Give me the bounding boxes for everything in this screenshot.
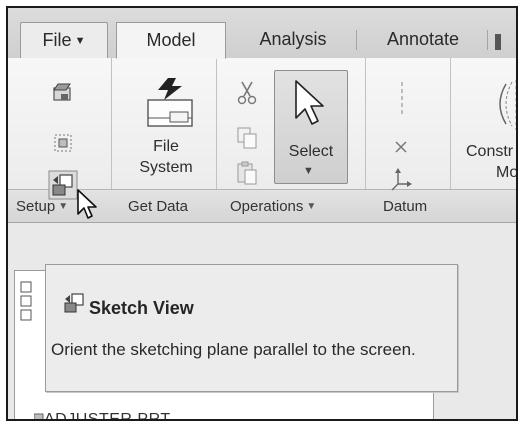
chevron-down-icon[interactable]: ▼ <box>303 165 314 177</box>
copy-icon[interactable] <box>236 126 258 150</box>
arrow-pointer-icon <box>295 80 324 125</box>
paste-icon[interactable] <box>236 160 258 186</box>
tab-separator <box>356 30 357 50</box>
construct-icon[interactable] <box>486 78 518 132</box>
mouse-cursor-icon <box>77 189 97 219</box>
construct-label-2: Mo <box>496 164 518 181</box>
sketch-view-icon[interactable] <box>48 170 78 200</box>
group-setup-label: Setup <box>16 198 56 215</box>
file-system-icon[interactable] <box>142 76 198 130</box>
app-frame: File ▼ Model Analysis Annotate File Syst… <box>6 6 518 421</box>
tree-item-part[interactable]: ADJUSTER.PRT <box>44 411 171 419</box>
tooltip <box>45 264 458 392</box>
tab-overflow-partial[interactable] <box>495 34 501 50</box>
ribbon-tab-bar: File ▼ Model Analysis Annotate <box>8 8 516 59</box>
tab-annotate-label: Annotate <box>386 29 460 49</box>
group-get-data-label: Get Data <box>128 198 189 215</box>
chevron-down-icon: ▼ <box>58 201 69 212</box>
file-system-label-1: File <box>153 138 179 155</box>
tab-separator <box>487 30 488 50</box>
part-icon <box>34 413 44 419</box>
ribbon-panel: File System Select ▼ Constr Mo Setup ▼ G… <box>8 58 518 223</box>
chevron-down-icon: ▼ <box>306 201 317 212</box>
tooltip-description: Orient the sketching plane parallel to t… <box>51 340 416 359</box>
chevron-down-icon: ▼ <box>74 35 86 47</box>
coordinate-system-icon[interactable] <box>388 166 414 192</box>
group-label-operations[interactable]: Operations ▼ <box>230 198 316 215</box>
select-label: Select <box>288 143 334 160</box>
construct-label-1: Constr <box>466 143 514 160</box>
tooltip-title: Sketch View <box>89 298 194 318</box>
group-label-setup[interactable]: Setup ▼ <box>16 198 68 215</box>
file-system-button[interactable]: File System <box>126 136 206 178</box>
tab-file-label: File <box>42 30 72 50</box>
plane-icon[interactable] <box>52 82 74 104</box>
tab-annotate[interactable]: Annotate <box>363 22 483 58</box>
sketch-setup-icon[interactable] <box>52 132 74 154</box>
axis-icon[interactable] <box>396 80 408 116</box>
tab-model-label: Model <box>146 30 196 50</box>
sketch-view-icon <box>64 293 84 313</box>
file-system-label-2: System <box>139 159 193 176</box>
tab-model[interactable]: Model <box>116 22 226 59</box>
point-icon[interactable] <box>392 138 410 156</box>
group-datum-label: Datum <box>383 198 428 215</box>
group-label-datum: Datum <box>383 198 427 215</box>
tab-analysis-label: Analysis <box>259 29 327 49</box>
scissors-icon[interactable] <box>236 80 258 106</box>
model-tree-tab-icon[interactable] <box>20 280 34 330</box>
tab-analysis[interactable]: Analysis <box>233 22 353 58</box>
tab-file[interactable]: File ▼ <box>20 22 108 58</box>
group-operations-label: Operations <box>230 198 304 215</box>
construct-button-partial[interactable]: Constr Mo <box>466 141 518 183</box>
group-label-get-data: Get Data <box>128 198 188 215</box>
